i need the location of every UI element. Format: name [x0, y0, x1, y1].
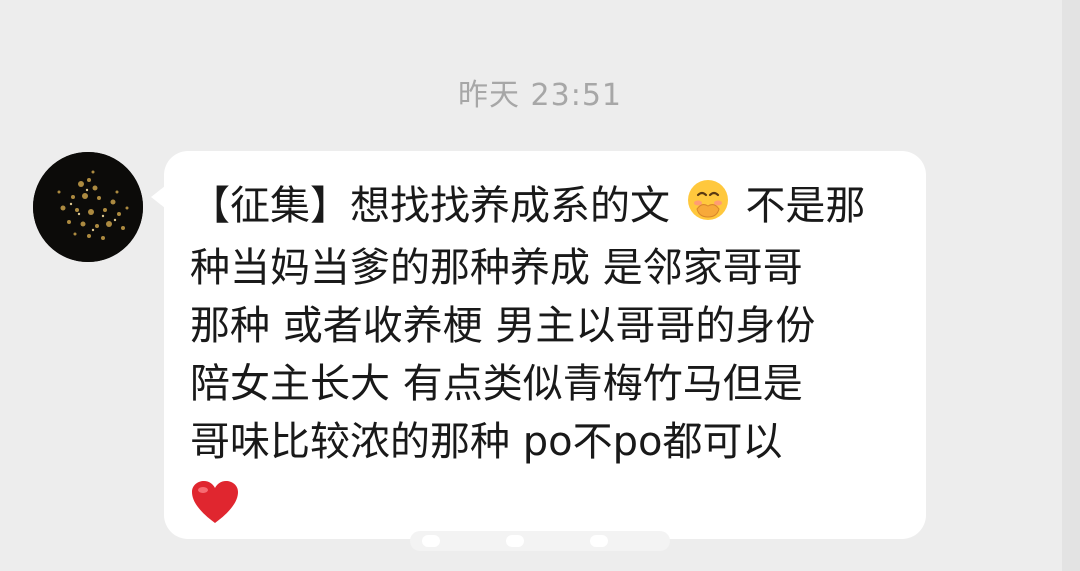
message-timestamp: 昨天 23:51: [458, 78, 622, 113]
face-with-hand-over-mouth-emoji: [685, 177, 731, 239]
bubble-tail: [151, 186, 165, 208]
message-line: 陪女主长大 有点类似青梅竹马但是: [190, 361, 803, 407]
message-line: 哥味比较浓的那种 po不po都可以: [190, 419, 783, 465]
message-line: 【征集】想找找养成系的文 不是那: [190, 177, 910, 239]
reaction-bar: [410, 529, 670, 553]
message-line-text: 不是那: [745, 183, 866, 229]
message-text: 【征集】想找找养成系的文 不是那 种当妈当爹的那种养成 是邻家哥哥 那种 或者收…: [190, 177, 910, 541]
message-line-text: 【征集】想找找养成系的文: [190, 183, 670, 229]
message-line: 那种 或者收养梗 男主以哥哥的身份: [190, 303, 816, 349]
chat-screen: 昨天 23:51 【征集】想找找养成系的文 不是那 种当妈当爹的那种养成 是邻家…: [0, 0, 1080, 571]
avatar-image: [33, 152, 143, 262]
avatar[interactable]: [33, 152, 143, 262]
message-line: 种当妈当爹的那种养成 是邻家哥哥: [190, 245, 803, 291]
scrollbar[interactable]: [1062, 0, 1080, 571]
